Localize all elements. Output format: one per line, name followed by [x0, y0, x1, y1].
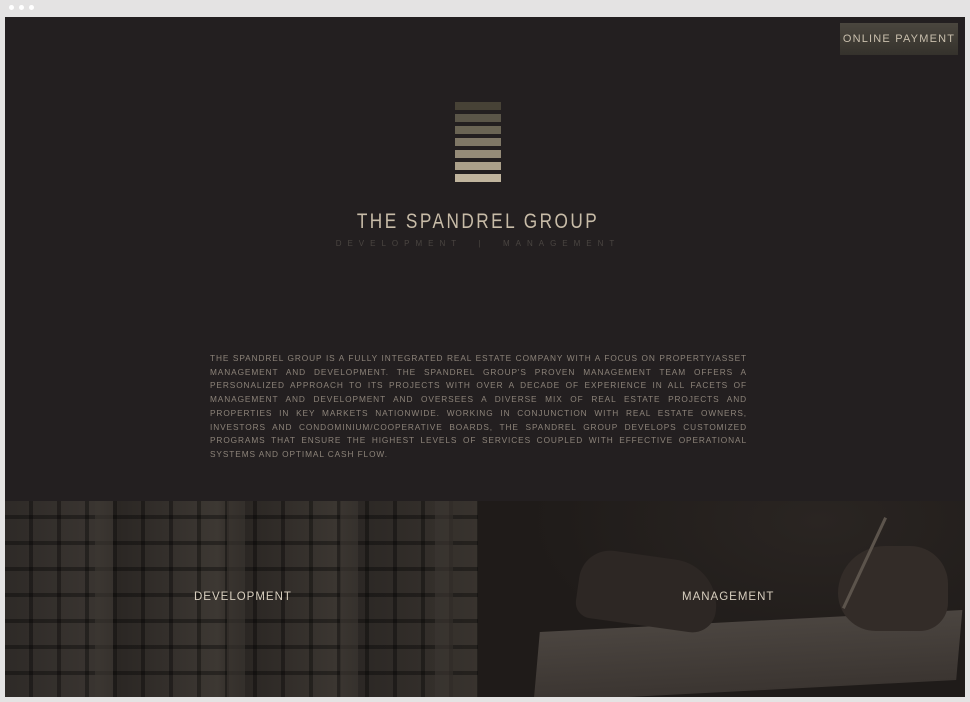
logo-bar — [455, 162, 501, 170]
management-link[interactable]: MANAGEMENT — [682, 591, 774, 603]
hand-image — [838, 546, 948, 631]
management-panel[interactable]: MANAGEMENT — [478, 501, 965, 697]
logo-bar — [455, 174, 501, 182]
window-dot-icon — [9, 5, 14, 10]
window-dot-icon — [19, 5, 24, 10]
development-link[interactable]: DEVELOPMENT — [194, 591, 292, 603]
development-panel[interactable]: DEVELOPMENT — [5, 501, 478, 697]
building-column — [435, 501, 453, 697]
brand-tagline: DEVELOPMENT | MANAGEMENT — [335, 239, 621, 248]
building-column — [95, 501, 113, 697]
page-viewport: ONLINE PAYMENT THE SPANDREL GROUP DEVELO… — [5, 17, 965, 697]
logo-bar — [455, 150, 501, 158]
logo-bar — [455, 138, 501, 146]
logo-stack-icon[interactable] — [455, 102, 501, 186]
logo-bar — [455, 114, 501, 122]
logo-bar — [455, 102, 501, 110]
browser-frame: ONLINE PAYMENT THE SPANDREL GROUP DEVELO… — [0, 0, 970, 702]
window-dot-icon — [29, 5, 34, 10]
about-paragraph: THE SPANDREL GROUP IS A FULLY INTEGRATED… — [210, 353, 747, 459]
building-column — [340, 501, 358, 697]
window-controls — [9, 5, 34, 10]
online-payment-button[interactable]: ONLINE PAYMENT — [840, 23, 958, 55]
brand-title: THE SPANDREL GROUP — [356, 210, 600, 233]
logo-bar — [455, 126, 501, 134]
